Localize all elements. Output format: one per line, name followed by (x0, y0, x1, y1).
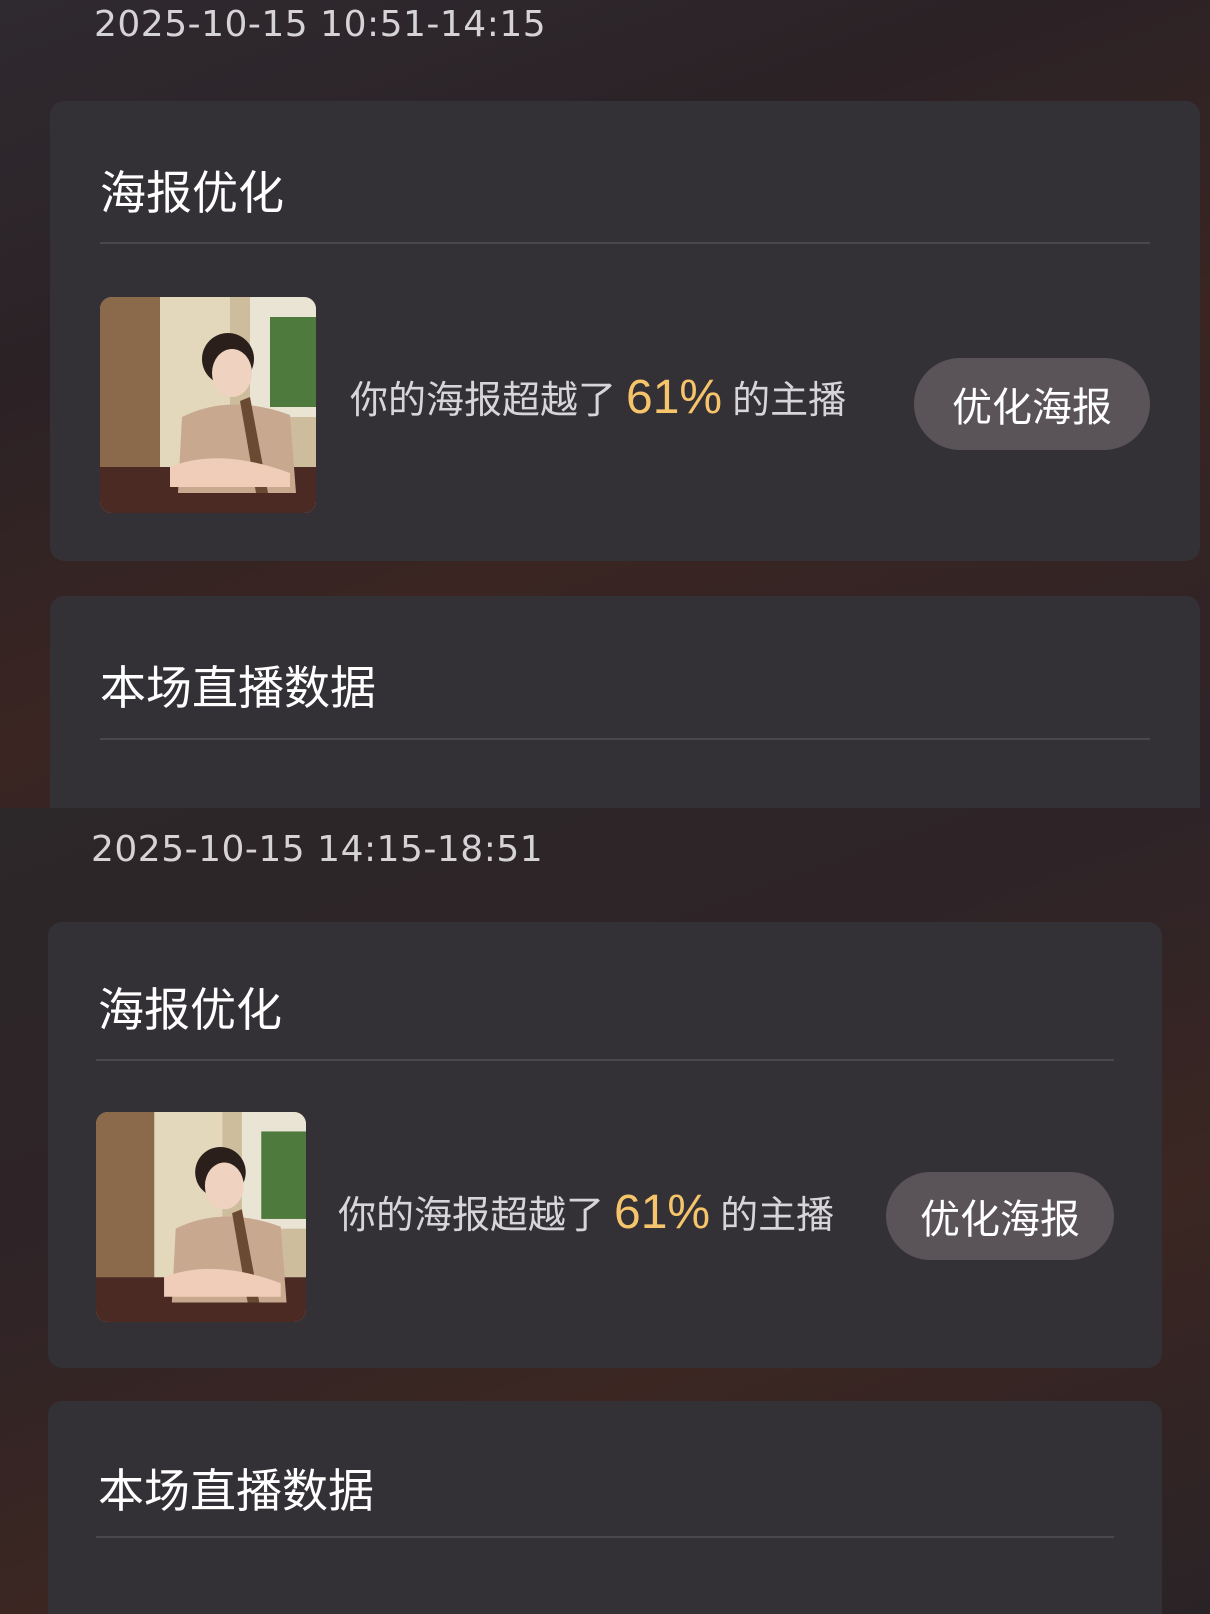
divider (96, 1536, 1114, 1538)
poster-optimization-card: 海报优化 你的海报超越了 61% 的主播 优化海报 (50, 101, 1200, 561)
session-panel: 2025-10-15 14:15-18:51 海报优化 你的海报超越了 61% (0, 808, 1210, 1614)
card-title: 海报优化 (98, 983, 282, 1037)
divider (100, 738, 1150, 740)
poster-thumbnail[interactable] (96, 1112, 306, 1322)
optimize-poster-button[interactable]: 优化海报 (914, 358, 1150, 450)
live-data-card: 本场直播数据 (48, 1401, 1162, 1614)
live-data-card: 本场直播数据 (50, 596, 1200, 808)
rank-percent: 61% (614, 1186, 711, 1239)
poster-optimization-card: 海报优化 你的海报超越了 61% 的主播 优化海报 (48, 922, 1162, 1368)
session-time-range: 2025-10-15 10:51-14:15 (94, 4, 547, 45)
rank-suffix: 的主播 (720, 1193, 835, 1237)
rank-percent: 61% (626, 371, 723, 424)
rank-prefix: 你的海报超越了 (338, 1193, 605, 1237)
poster-thumbnail[interactable] (100, 297, 316, 513)
divider (96, 1059, 1114, 1061)
card-title: 海报优化 (100, 166, 284, 220)
rank-prefix: 你的海报超越了 (350, 378, 617, 422)
card-title: 本场直播数据 (98, 1464, 374, 1518)
divider (100, 242, 1150, 244)
session-time-range: 2025-10-15 14:15-18:51 (91, 829, 544, 870)
card-title: 本场直播数据 (100, 661, 376, 715)
poster-rank-text: 你的海报超越了 61% 的主播 (350, 369, 846, 425)
session-panel: 2025-10-15 10:51-14:15 海报优化 你的海报超越了 61% (0, 0, 1210, 808)
optimize-poster-button[interactable]: 优化海报 (886, 1172, 1114, 1260)
poster-rank-text: 你的海报超越了 61% 的主播 (338, 1184, 834, 1240)
rank-suffix: 的主播 (732, 378, 847, 422)
